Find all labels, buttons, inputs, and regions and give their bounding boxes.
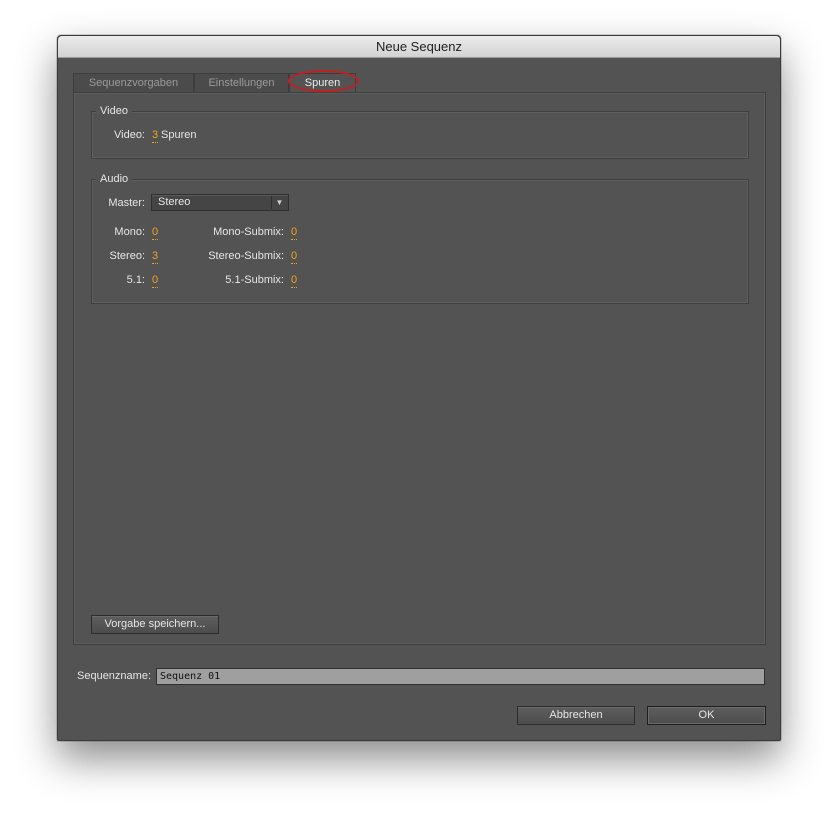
stereo-submix-value[interactable]: 0 (291, 249, 298, 264)
mono-submix-label: Mono-Submix: (213, 226, 284, 238)
save-preset-button[interactable]: Vorgabe speichern... (91, 615, 219, 634)
surround-label: 5.1: (126, 274, 145, 286)
video-group-title: Video (96, 104, 132, 118)
stereo-submix-label: Stereo-Submix: (208, 250, 284, 262)
window-title: Neue Sequenz (58, 36, 780, 58)
sequence-name-label: Sequenzname: (77, 670, 151, 682)
mono-label: Mono: (114, 226, 145, 238)
stereo-label: Stereo: (109, 250, 145, 262)
audio-group: Audio Master: Stereo ▼ Mono: 0 Stereo: 3… (91, 172, 749, 304)
tracks-panel: Video Video: 3 Spuren Audio Master: Ster… (73, 92, 766, 645)
surround-submix-label: 5.1-Submix: (225, 274, 284, 286)
stereo-value[interactable]: 3 (152, 249, 159, 264)
ok-button[interactable]: OK (647, 706, 766, 725)
master-select[interactable]: Stereo ▼ (151, 194, 289, 211)
master-select-value: Stereo (158, 196, 191, 208)
audio-group-title: Audio (96, 172, 133, 186)
tab-sequence-presets[interactable]: Sequenzvorgaben (73, 73, 194, 92)
video-group: Video Video: 3 Spuren (91, 104, 749, 159)
video-tracks-label: Video: (114, 129, 145, 141)
mono-submix-value[interactable]: 0 (291, 225, 298, 240)
new-sequence-dialog: Neue Sequenz Sequenzvorgaben Einstellung… (57, 35, 781, 741)
surround-submix-value[interactable]: 0 (291, 273, 298, 288)
cancel-button[interactable]: Abbrechen (517, 706, 635, 725)
tab-settings[interactable]: Einstellungen (194, 73, 289, 92)
tab-tracks[interactable]: Spuren (289, 73, 356, 92)
chevron-down-icon: ▼ (271, 196, 287, 209)
mono-value[interactable]: 0 (152, 225, 159, 240)
master-label: Master: (108, 197, 145, 209)
sequence-name-input[interactable]: Sequenz 01 (156, 668, 765, 685)
video-tracks-unit: Spuren (161, 129, 197, 141)
video-tracks-value[interactable]: 3 (152, 128, 159, 143)
surround-value[interactable]: 0 (152, 273, 159, 288)
